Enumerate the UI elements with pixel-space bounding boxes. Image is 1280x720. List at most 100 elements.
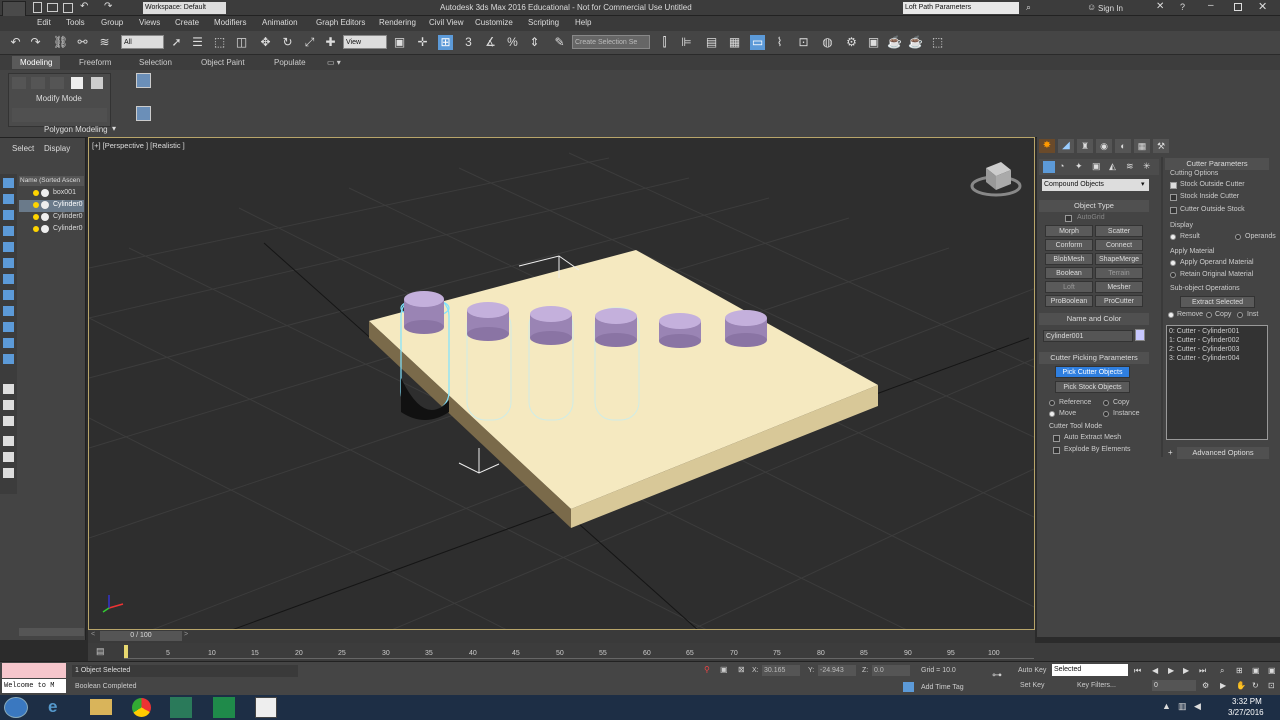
- reference-coord-dropdown[interactable]: View: [343, 35, 387, 49]
- display-frozen-icon[interactable]: [3, 354, 14, 364]
- shapes-icon[interactable]: ◔: [1059, 161, 1064, 171]
- file-explorer-icon[interactable]: [90, 699, 112, 715]
- extract-selected-button[interactable]: Extract Selected: [1180, 296, 1255, 308]
- list-item[interactable]: 0: Cutter - Cylinder001: [1169, 328, 1239, 335]
- display-lights-icon[interactable]: [3, 226, 14, 236]
- hierarchy-tab-icon[interactable]: ♜: [1077, 139, 1093, 153]
- loop-icon[interactable]: [50, 77, 64, 89]
- time-config-icon[interactable]: ⚙: [1202, 681, 1209, 690]
- zoom-extents-icon[interactable]: ▣: [1252, 666, 1260, 675]
- procutter-button[interactable]: ProCutter: [1095, 295, 1143, 307]
- place-icon[interactable]: ✚: [323, 35, 338, 50]
- explorer-scrollbar[interactable]: [19, 628, 84, 636]
- display-bones-icon[interactable]: [3, 322, 14, 332]
- go-to-start-icon[interactable]: ⏮: [1134, 666, 1141, 676]
- advanced-options-rollout[interactable]: Advanced Options: [1177, 447, 1269, 459]
- boolean-button[interactable]: Boolean: [1045, 267, 1093, 279]
- autogrid-checkbox[interactable]: [1065, 215, 1072, 222]
- isolate-icon[interactable]: ⊠: [738, 665, 745, 674]
- tab-freeform[interactable]: Freeform: [79, 58, 111, 67]
- freeze-icon[interactable]: [41, 213, 49, 221]
- light-bulb-icon[interactable]: [33, 226, 39, 232]
- utilities-tab-icon[interactable]: ▦: [1134, 139, 1150, 153]
- clock-time[interactable]: 3:32 PM: [1232, 697, 1262, 706]
- redo-icon[interactable]: ↷: [28, 35, 43, 50]
- time-slider-thumb[interactable]: 0 / 100: [100, 631, 182, 641]
- select-manipulate-icon[interactable]: ✛: [415, 35, 430, 50]
- display-cameras-icon[interactable]: [3, 242, 14, 252]
- explorer-tab-select[interactable]: Select: [12, 144, 34, 153]
- copy-radio[interactable]: [1103, 400, 1109, 406]
- helpers-icon[interactable]: ◭: [1109, 161, 1116, 172]
- list-item[interactable]: Cylinder0: [19, 200, 84, 212]
- list-item[interactable]: 3: Cutter - Cylinder004: [1169, 355, 1239, 362]
- zoom-icon[interactable]: ⌕: [1220, 666, 1224, 676]
- bind-spacewarp-icon[interactable]: ≋: [97, 35, 112, 50]
- operands-radio[interactable]: [1235, 234, 1241, 240]
- material-editor-icon[interactable]: ◍: [820, 35, 835, 50]
- maxscript-output[interactable]: Welcome to M: [2, 679, 66, 693]
- object-type-rollout[interactable]: Object Type: [1039, 200, 1149, 212]
- systems-icon[interactable]: ✳: [1143, 161, 1151, 172]
- pan-icon[interactable]: ✋: [1236, 681, 1246, 690]
- display-groups-icon[interactable]: [3, 290, 14, 300]
- time-slider[interactable]: < 0 / 100 >: [88, 630, 1035, 643]
- go-to-end-icon[interactable]: ⏭: [1199, 666, 1206, 676]
- tab-selection[interactable]: Selection: [139, 58, 172, 67]
- menu-rendering[interactable]: Rendering: [379, 18, 416, 27]
- spacewarps-icon[interactable]: ≋: [1126, 161, 1134, 172]
- explode-checkbox[interactable]: [1053, 447, 1060, 454]
- explorer-tab-display[interactable]: Display: [44, 144, 70, 153]
- window-crossing-icon[interactable]: ◫: [234, 35, 249, 50]
- retain-original-material-radio[interactable]: [1170, 272, 1176, 278]
- pick-cutter-button[interactable]: Pick Cutter Objects: [1055, 366, 1130, 378]
- menu-modifiers[interactable]: Modifiers: [214, 18, 246, 27]
- select-object-icon[interactable]: ➚: [169, 35, 184, 50]
- schematic-view-icon[interactable]: ⊡: [796, 35, 811, 50]
- align-icon[interactable]: ⊫: [679, 35, 694, 50]
- undo-icon[interactable]: ↶: [8, 35, 23, 50]
- redo-icon[interactable]: ↷: [104, 1, 112, 12]
- link-icon[interactable]: ⛓: [53, 35, 68, 50]
- create-tab-icon[interactable]: ✸: [1039, 139, 1055, 153]
- open-file-icon[interactable]: [47, 3, 58, 12]
- next-frame-icon[interactable]: ▶: [1183, 666, 1189, 675]
- light-bulb-icon[interactable]: [33, 202, 39, 208]
- menu-animation[interactable]: Animation: [262, 18, 298, 27]
- panel-toggle-icon[interactable]: [136, 106, 151, 121]
- move-radio[interactable]: [1049, 411, 1055, 417]
- modify-tab-icon[interactable]: ◢: [1058, 139, 1074, 153]
- rect-selection-icon[interactable]: ⬚: [212, 35, 227, 50]
- 3ds-max-app-icon[interactable]: [170, 697, 192, 718]
- ribbon-options-icon[interactable]: ▭ ▾: [327, 58, 341, 67]
- copy-radio[interactable]: [1206, 312, 1212, 318]
- connect-button[interactable]: Connect: [1095, 239, 1143, 251]
- freeze-icon[interactable]: [41, 189, 49, 197]
- freeze-icon[interactable]: [41, 225, 49, 233]
- tab-object-paint[interactable]: Object Paint: [201, 58, 245, 67]
- remove-radio[interactable]: [1168, 312, 1174, 318]
- scene-explorer-icon[interactable]: ▦: [727, 35, 742, 50]
- cube-icon[interactable]: [91, 77, 103, 89]
- menu-create[interactable]: Create: [175, 18, 199, 27]
- sign-in-link[interactable]: Sign In: [1098, 4, 1123, 13]
- render-setup-icon[interactable]: ⚙: [844, 35, 859, 50]
- menu-customize[interactable]: Customize: [475, 18, 513, 27]
- utility-wrench-icon[interactable]: ⚒: [1153, 139, 1169, 153]
- chevron-down-icon[interactable]: ▾: [112, 124, 116, 133]
- object-name-input[interactable]: Cylinder001: [1043, 330, 1133, 342]
- orbit-icon[interactable]: ↻: [1252, 681, 1259, 690]
- ribbon-toggle-icon[interactable]: ▭: [750, 35, 765, 50]
- display-xrefs-icon[interactable]: [3, 306, 14, 316]
- field-of-view-icon[interactable]: ▶: [1220, 681, 1226, 690]
- freeze-icon[interactable]: [41, 201, 49, 209]
- start-button-icon[interactable]: [4, 697, 28, 718]
- new-file-icon[interactable]: [33, 2, 42, 13]
- square-icon[interactable]: [71, 77, 83, 89]
- display-tab-icon[interactable]: ◐: [1115, 139, 1131, 153]
- list-item[interactable]: Cylinder0: [19, 212, 84, 224]
- search-input[interactable]: Loft Path Parameters: [903, 2, 1019, 14]
- display-shapes-icon[interactable]: [3, 210, 14, 220]
- render-production-icon[interactable]: ☕: [887, 35, 902, 50]
- result-radio[interactable]: [1170, 234, 1176, 240]
